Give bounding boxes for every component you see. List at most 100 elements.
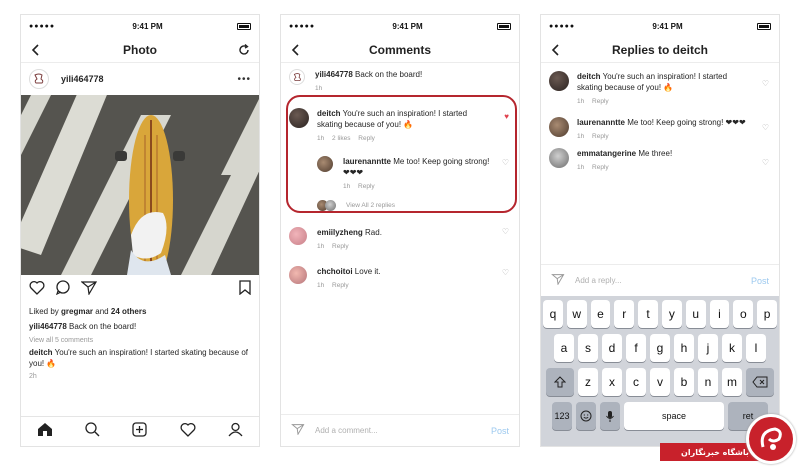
nav-bar: Replies to deitch xyxy=(541,37,779,63)
key-c[interactable]: c xyxy=(626,368,646,396)
key-u[interactable]: u xyxy=(685,300,706,328)
key-z[interactable]: z xyxy=(578,368,598,396)
comment-user[interactable]: deitch xyxy=(577,72,601,81)
reply-row: deitch You're such an inspiration! I sta… xyxy=(541,63,779,107)
key-o[interactable]: o xyxy=(733,300,754,328)
activity-heart-icon[interactable] xyxy=(180,422,196,442)
post-button[interactable]: Post xyxy=(491,426,509,436)
reply-link[interactable]: Reply xyxy=(332,243,349,250)
reply-link[interactable]: Reply xyxy=(592,133,609,140)
key-q[interactable]: q xyxy=(543,300,563,328)
emoji-key[interactable] xyxy=(576,402,596,430)
comment-text: You're such an inspiration! I started sk… xyxy=(29,348,248,368)
post-photo[interactable] xyxy=(21,95,259,275)
back-icon[interactable] xyxy=(287,41,305,59)
send-icon xyxy=(551,272,565,290)
microphone-icon[interactable] xyxy=(600,402,620,430)
comment-user[interactable]: laurenanntte xyxy=(577,118,625,127)
key-x[interactable]: x xyxy=(602,368,622,396)
keyboard-row-1: qwertyuiop xyxy=(543,300,777,328)
key-w[interactable]: w xyxy=(566,300,587,328)
key-i[interactable]: i xyxy=(709,300,730,328)
page-title: Comments xyxy=(368,42,431,57)
post-actions xyxy=(21,275,259,305)
view-all-comments[interactable]: View all 5 comments xyxy=(21,335,259,347)
key-b[interactable]: b xyxy=(674,368,694,396)
keyboard-row-2: asdfghjkl xyxy=(543,334,777,362)
numbers-key[interactable]: 123 xyxy=(552,402,572,430)
key-m[interactable]: m xyxy=(722,368,742,396)
nav-bar: Photo xyxy=(21,37,259,63)
shift-key[interactable] xyxy=(546,368,574,396)
comment-user[interactable]: yili464778 xyxy=(315,70,353,79)
comment-user[interactable]: deitch xyxy=(29,348,53,357)
key-k[interactable]: k xyxy=(722,334,742,362)
reply-link[interactable]: Reply xyxy=(592,164,609,171)
avatar[interactable] xyxy=(549,117,569,137)
key-l[interactable]: l xyxy=(746,334,766,362)
screenshot-stage: ●●●●● ︎ 9:41 PM Photo yili464778 ••• Lik… xyxy=(0,0,800,467)
search-icon[interactable] xyxy=(85,421,100,442)
key-g[interactable]: g xyxy=(650,334,670,362)
avatar[interactable] xyxy=(549,71,569,91)
avatar[interactable] xyxy=(289,69,305,85)
heart-icon[interactable]: ♡ xyxy=(762,158,769,167)
avatar[interactable] xyxy=(29,69,49,89)
key-d[interactable]: d xyxy=(602,334,622,362)
heart-icon[interactable]: ♡ xyxy=(762,79,769,88)
comment-user[interactable]: chchoitoi xyxy=(317,267,353,276)
comment-user[interactable]: emmatangerine xyxy=(577,149,636,158)
comment-user[interactable]: emiilyzheng xyxy=(317,228,363,237)
comment-input[interactable]: Add a comment... xyxy=(315,426,491,435)
key-v[interactable]: v xyxy=(650,368,670,396)
likes-user[interactable]: gregmar xyxy=(61,307,93,316)
home-icon[interactable] xyxy=(37,422,53,442)
profile-icon[interactable] xyxy=(228,422,243,442)
comment-time: 1h xyxy=(577,98,585,105)
replies-screen: ●●●●● ︎ 9:41 PM Replies to deitch deitch… xyxy=(540,14,780,447)
key-s[interactable]: s xyxy=(578,334,598,362)
reply-link[interactable]: Reply xyxy=(332,282,349,289)
key-h[interactable]: h xyxy=(674,334,694,362)
key-y[interactable]: y xyxy=(662,300,682,328)
key-j[interactable]: j xyxy=(698,334,718,362)
post-button[interactable]: Post xyxy=(751,276,769,286)
heart-icon[interactable] xyxy=(29,280,45,300)
page-title: Photo xyxy=(123,42,157,57)
comment-text: Back on the board! xyxy=(355,70,423,79)
key-a[interactable]: a xyxy=(554,334,574,362)
key-e[interactable]: e xyxy=(590,300,611,328)
highlight-outline xyxy=(286,95,517,213)
bookmark-icon[interactable] xyxy=(239,280,251,300)
likes-count[interactable]: 24 others xyxy=(111,307,147,316)
backspace-key[interactable] xyxy=(746,368,774,396)
back-icon[interactable] xyxy=(547,41,565,59)
keyboard-row-3: zxcvbnm xyxy=(543,368,777,396)
post-username[interactable]: yili464778 xyxy=(61,74,104,84)
caption-user[interactable]: yili464778 xyxy=(29,322,67,331)
comment-row: emiilyzheng Rad. 1h Reply ♡ xyxy=(281,211,519,252)
add-post-icon[interactable] xyxy=(132,421,148,442)
avatar[interactable] xyxy=(289,227,307,245)
refresh-icon[interactable] xyxy=(235,41,253,59)
avatar[interactable] xyxy=(289,266,307,284)
comment-icon[interactable] xyxy=(55,280,71,300)
comment-row: chchoitoi Love it. 1h Reply ♡ xyxy=(281,252,519,291)
key-n[interactable]: n xyxy=(698,368,718,396)
heart-icon[interactable]: ♡ xyxy=(762,123,769,132)
key-t[interactable]: t xyxy=(638,300,658,328)
more-options-icon[interactable]: ••• xyxy=(237,74,251,85)
avatar[interactable] xyxy=(549,148,569,168)
key-r[interactable]: r xyxy=(614,300,635,328)
battery-icon xyxy=(496,22,511,30)
share-icon[interactable] xyxy=(80,280,98,300)
status-bar: ●●●●● ︎ 9:41 PM xyxy=(541,15,779,37)
reply-link[interactable]: Reply xyxy=(592,98,609,105)
key-p[interactable]: p xyxy=(757,300,777,328)
back-icon[interactable] xyxy=(27,41,45,59)
comment-time: 1h xyxy=(317,282,325,289)
heart-icon[interactable]: ♡ xyxy=(502,227,509,236)
heart-icon[interactable]: ♡ xyxy=(502,268,509,277)
key-f[interactable]: f xyxy=(626,334,646,362)
reply-input[interactable]: Add a reply... xyxy=(575,276,751,285)
